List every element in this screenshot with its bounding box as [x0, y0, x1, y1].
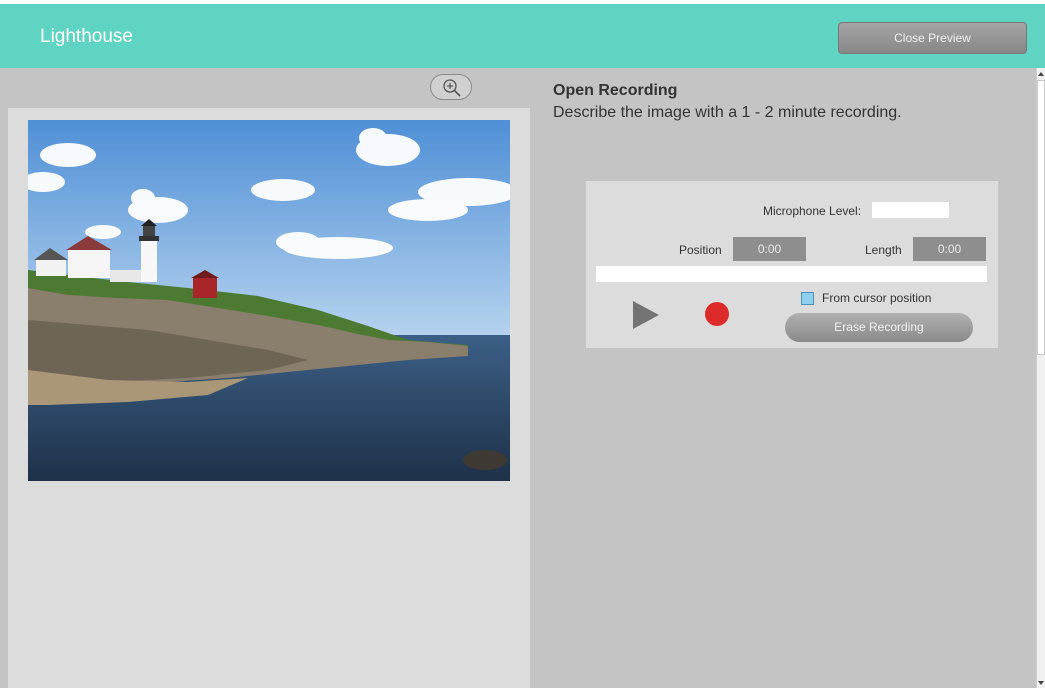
recording-title: Open Recording	[553, 82, 678, 99]
microphone-level-meter	[872, 202, 949, 218]
scroll-thumb[interactable]	[1037, 80, 1045, 355]
recording-panel: Open Recording Describe the image with a…	[530, 68, 1036, 688]
length-label: Length	[865, 243, 902, 257]
zoom-in-icon	[443, 79, 461, 97]
recording-progress-track[interactable]	[596, 266, 987, 282]
play-icon[interactable]	[631, 299, 661, 331]
lighthouse-photo	[28, 120, 510, 481]
vertical-scrollbar[interactable]	[1036, 68, 1045, 688]
recording-description: Describe the image with a 1 - 2 minute r…	[553, 104, 902, 121]
position-value: 0:00	[733, 237, 806, 261]
zoom-in-button[interactable]	[430, 74, 472, 100]
close-preview-button[interactable]: Close Preview	[838, 22, 1027, 54]
from-cursor-checkbox[interactable]	[801, 292, 814, 305]
position-label: Position	[679, 243, 722, 257]
recorder-widget: Microphone Level: Position 0:00 Length 0…	[586, 181, 998, 348]
record-icon[interactable]	[705, 302, 729, 326]
erase-recording-button[interactable]: Erase Recording	[785, 313, 973, 342]
scroll-up-icon[interactable]	[1038, 72, 1044, 76]
app-title: Lighthouse	[40, 26, 133, 47]
top-bar: Lighthouse Close Preview	[0, 0, 1045, 68]
image-panel	[8, 68, 530, 688]
from-cursor-label: From cursor position	[822, 291, 932, 305]
scroll-down-icon[interactable]	[1038, 681, 1044, 685]
image-toolbar	[8, 68, 530, 108]
length-value: 0:00	[913, 237, 986, 261]
microphone-level-label: Microphone Level:	[763, 204, 862, 218]
